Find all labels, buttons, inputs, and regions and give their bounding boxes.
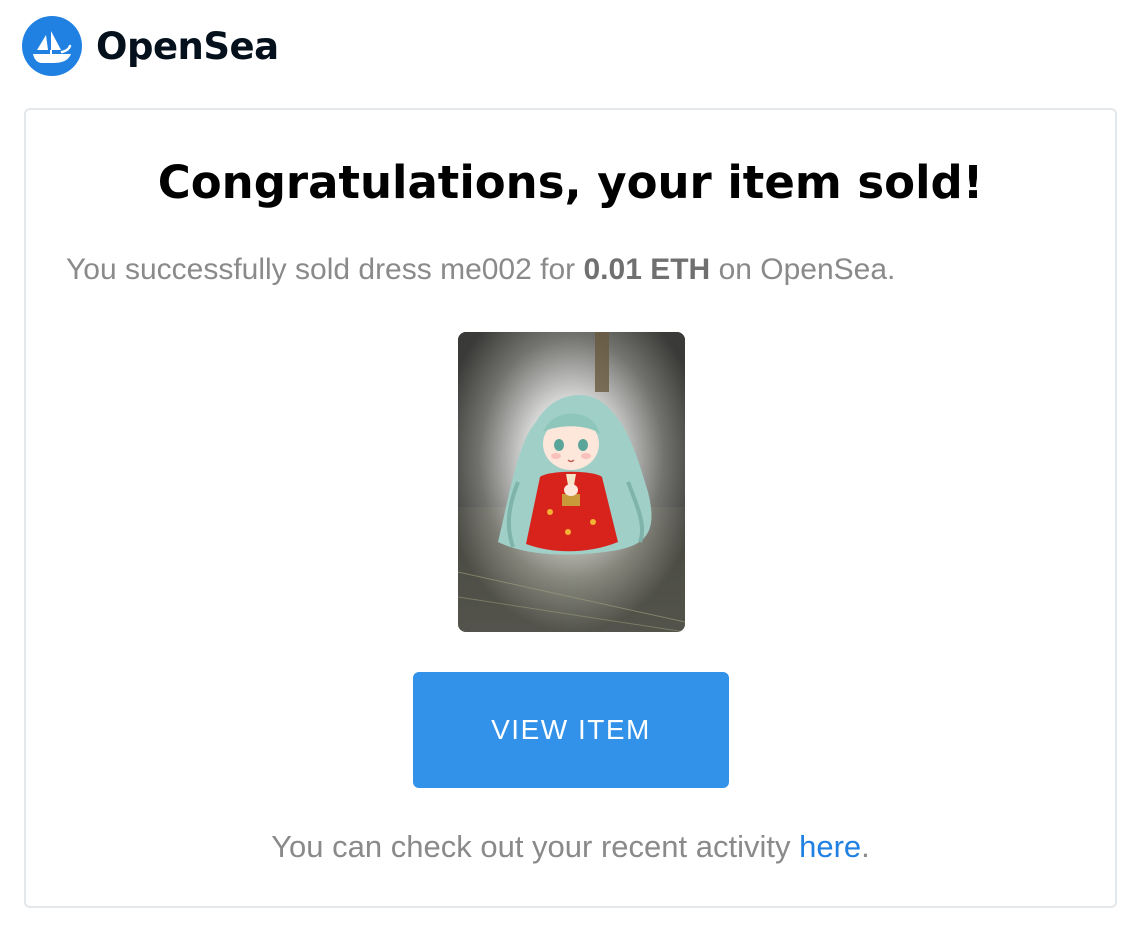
activity-message-suffix: .	[861, 829, 870, 864]
view-item-button[interactable]: VIEW ITEM	[413, 672, 729, 788]
opensea-logo-icon[interactable]	[22, 16, 82, 76]
page-title: Congratulations, your item sold!	[157, 156, 984, 209]
sale-message-prefix: You successfully sold dress me002 for	[66, 253, 584, 286]
sale-notification-card: Congratulations, your item sold! You suc…	[24, 108, 1117, 908]
header: OpenSea	[22, 16, 279, 76]
sale-price: 0.01 ETH	[583, 253, 711, 286]
activity-here-link[interactable]: here	[799, 829, 861, 864]
sale-message-suffix: on OpenSea.	[710, 253, 896, 286]
activity-message: You can check out your recent activity h…	[26, 829, 1115, 865]
brand-name[interactable]: OpenSea	[96, 25, 279, 68]
item-image[interactable]	[458, 332, 685, 632]
sale-message: You successfully sold dress me002 for 0.…	[66, 253, 895, 287]
activity-message-prefix: You can check out your recent activity	[271, 829, 800, 864]
